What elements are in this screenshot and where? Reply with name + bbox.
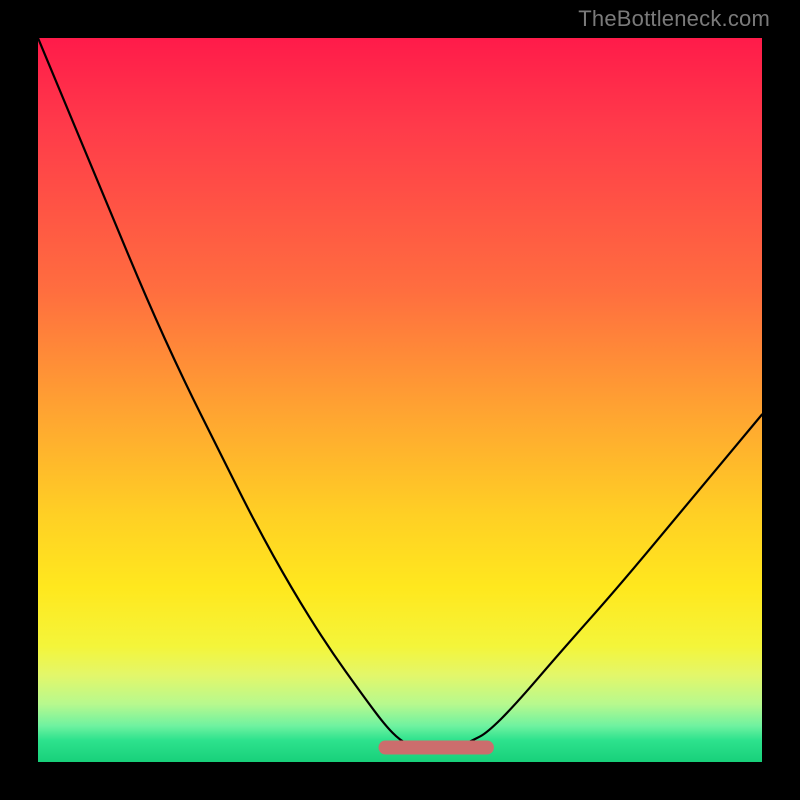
bottleneck-curve bbox=[38, 38, 762, 748]
attribution-text: TheBottleneck.com bbox=[578, 6, 770, 32]
chart-frame: TheBottleneck.com bbox=[0, 0, 800, 800]
curve-layer bbox=[38, 38, 762, 762]
plot-area bbox=[38, 38, 762, 762]
